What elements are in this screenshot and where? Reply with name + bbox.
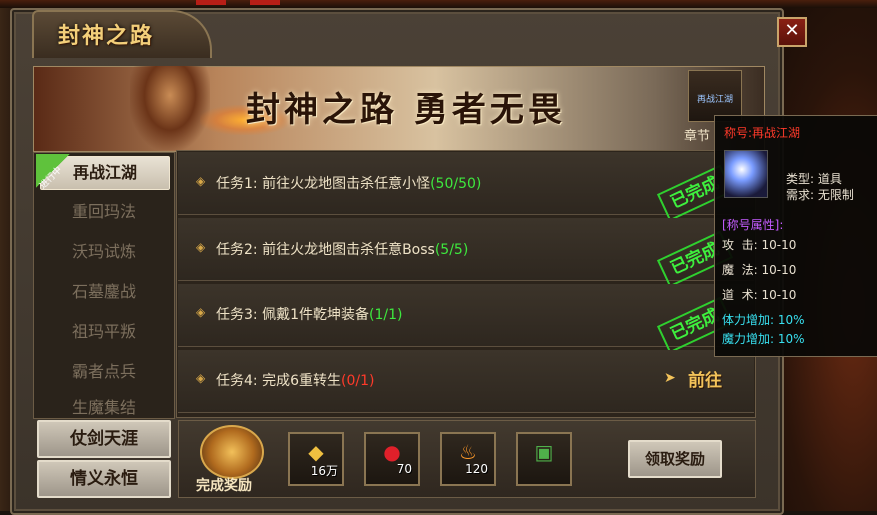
category-button[interactable]: 情义永恒 [37, 460, 171, 498]
claim-reward-button[interactable]: 领取奖励 [628, 440, 722, 478]
task-text: 任务2: 前往火龙地图击杀任意Boss(5/5) [216, 242, 469, 258]
tooltip-attr: 魔 法: 10-10 [722, 263, 797, 277]
top-red-mark [196, 0, 226, 5]
category-button[interactable]: 仗剑天涯 [37, 420, 171, 458]
sidebar-item[interactable]: 祖玛平叛 [40, 316, 168, 348]
diamond-icon: ◈ [196, 240, 206, 254]
task-text: 任务3: 佩戴1件乾坤装备(1/1) [216, 307, 403, 323]
reward-label: 完成奖励 [196, 478, 252, 494]
scene-top-edge [0, 0, 877, 8]
tooltip-requirement: 需求: 无限制 [786, 188, 854, 202]
tooltip-title: 称号:再战江湖 [724, 126, 801, 140]
tooltip-attr: 攻 击: 10-10 [722, 238, 797, 252]
chapter-icon-label: 再战江湖 [696, 95, 733, 105]
chapter-label: 章节 [684, 129, 711, 144]
task-progress: (1/1) [369, 307, 403, 323]
task-text: 任务4: 完成6重转生(0/1) [216, 373, 375, 389]
task-progress: (50/50) [430, 176, 482, 192]
diamond-icon: ◈ [196, 371, 206, 385]
task-text: 任务1: 前往火龙地图击杀任意小怪(50/50) [216, 176, 482, 192]
banner-title: 封神之路 勇者无畏 [246, 90, 566, 130]
arrow-right-icon: ➤ [664, 370, 676, 386]
tooltip-bonus: 体力增加: 10% [722, 313, 805, 327]
diamond-icon: ◈ [196, 305, 206, 319]
red-gem-icon: ● [383, 440, 401, 464]
gold-ingot-icon: ◆ [308, 440, 324, 464]
sidebar-item[interactable]: 重回玛法 [40, 196, 168, 228]
top-red-mark [250, 0, 280, 5]
diamond-icon: ◈ [196, 174, 206, 188]
reward-count: 70 [396, 462, 412, 476]
hero-portrait [130, 66, 210, 150]
close-button[interactable]: ✕ [777, 17, 807, 47]
tooltip-section: [称号属性]: [722, 218, 784, 232]
tooltip-bonus: 魔力增加: 10% [722, 332, 805, 346]
tooltip-type: 类型: 道具 [786, 172, 842, 186]
reward-count: 120 [465, 462, 488, 476]
title-item-icon [724, 150, 768, 198]
sidebar-item[interactable]: 沃玛试炼 [40, 236, 168, 268]
window-title: 封神之路 [58, 23, 155, 49]
treasure-chest-icon: ▣ [534, 440, 554, 464]
fire-icon: ♨ [459, 440, 477, 464]
sidebar-item[interactable]: 生魔集结 [40, 396, 168, 416]
task-progress: (5/5) [434, 242, 469, 258]
sidebar-item[interactable]: 石墓鏖战 [40, 276, 168, 308]
goto-button[interactable]: 前往 [688, 366, 722, 391]
tooltip-attr: 道 术: 10-10 [722, 288, 797, 302]
task-progress: (0/1) [341, 373, 375, 389]
reward-count: 16万 [310, 464, 338, 478]
reward-medal-icon [200, 425, 264, 479]
sidebar-item[interactable]: 霸者点兵 [40, 356, 168, 388]
